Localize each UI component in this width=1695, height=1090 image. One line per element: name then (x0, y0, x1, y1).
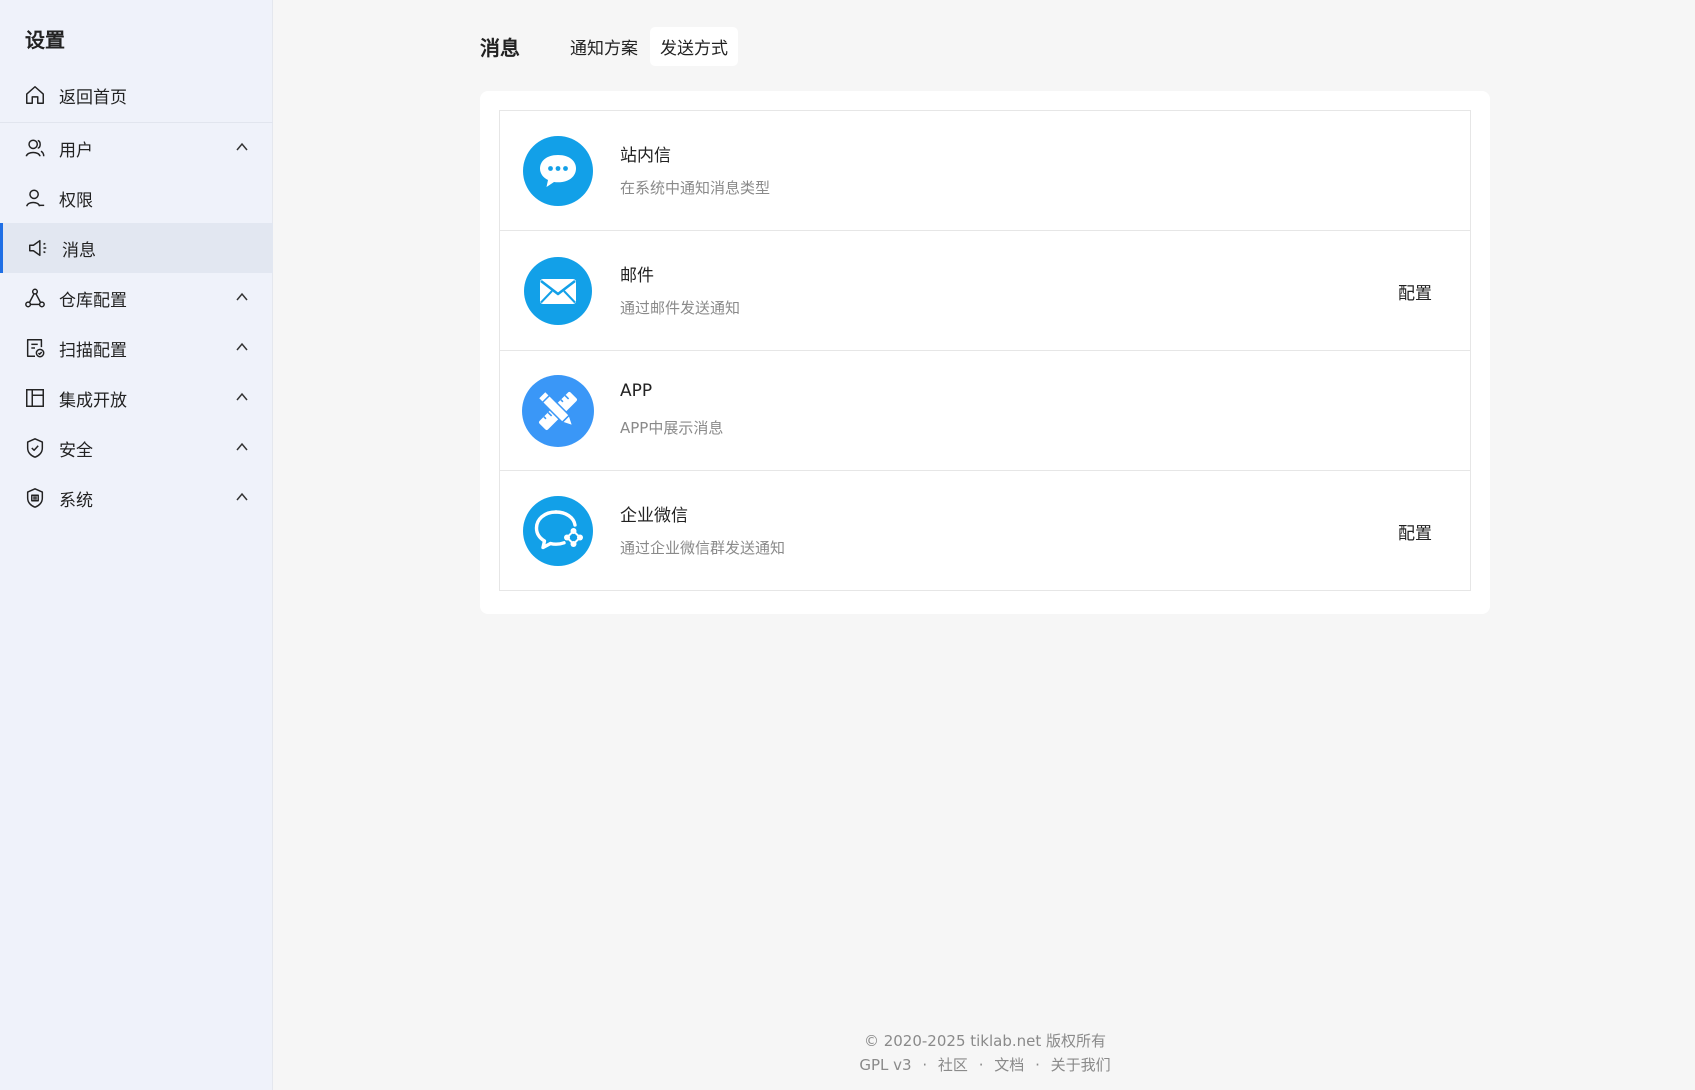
method-description: APP中展示消息 (620, 419, 724, 437)
sidebar-item-messages[interactable]: 消息 (0, 223, 273, 273)
sidebar-item-permissions[interactable]: 权限 (0, 173, 273, 223)
footer-link-community[interactable]: 社区 (938, 1056, 968, 1074)
method-title: APP (620, 381, 653, 401)
layout-icon (24, 387, 46, 409)
method-title: 邮件 (620, 266, 654, 286)
method-description: 在系统中通知消息类型 (620, 179, 771, 197)
cert-icon (24, 487, 46, 509)
chevron-up-icon (236, 292, 248, 301)
list-item-site-message: 站内信 在系统中通知消息类型 (500, 111, 1470, 231)
chevron-up-icon (236, 392, 248, 401)
shield-icon (24, 437, 46, 459)
home-icon (24, 84, 46, 106)
sidebar-item-label: 扫描配置 (59, 340, 127, 361)
sidebar-item-label: 系统 (59, 490, 93, 511)
repo-icon (24, 287, 46, 309)
chevron-up-icon (236, 442, 248, 451)
sidebar-item-label: 返回首页 (59, 87, 127, 108)
chat-dots-icon (522, 135, 594, 207)
users-icon (24, 137, 46, 159)
sidebar-item-home[interactable]: 返回首页 (0, 70, 273, 120)
megaphone-icon (27, 237, 49, 259)
send-method-list: 站内信 在系统中通知消息类型 邮件 通过邮件发送通知 配置 APP APP中展示… (499, 110, 1471, 591)
footer-copyright: © 2020-2025 tiklab.net 版权所有 (863, 1032, 1107, 1050)
sidebar-item-security[interactable]: 安全 (0, 423, 273, 473)
footer-links: GPL v3 · 社区 · 文档 · 关于我们 (480, 1054, 1490, 1075)
method-description: 通过企业微信群发送通知 (620, 539, 786, 557)
tab-send-method[interactable]: 发送方式 (650, 26, 738, 66)
sidebar-item-integration[interactable]: 集成开放 (0, 373, 273, 423)
sidebar-item-repo-config[interactable]: 仓库配置 (0, 273, 273, 323)
list-item-app: APP APP中展示消息 (500, 351, 1470, 471)
send-method-panel: 站内信 在系统中通知消息类型 邮件 通过邮件发送通知 配置 APP APP中展示… (480, 91, 1490, 614)
page-title: 消息 (480, 35, 520, 60)
list-item-email: 邮件 通过邮件发送通知 配置 (500, 231, 1470, 351)
wecom-icon (522, 495, 594, 567)
chevron-up-icon (236, 492, 248, 501)
sidebar-item-label: 用户 (59, 140, 93, 161)
sidebar: 设置 返回首页 用户 权限 消息 仓库配置 扫描配置 集成开放 安全 系统 (0, 0, 273, 1090)
chevron-up-icon (236, 342, 248, 351)
scan-icon (24, 337, 46, 359)
configure-button[interactable]: 配置 (1398, 279, 1432, 304)
chevron-up-icon (236, 142, 248, 151)
configure-button[interactable]: 配置 (1398, 519, 1432, 544)
footer-separator: · (1035, 1056, 1040, 1074)
sidebar-item-label: 集成开放 (59, 390, 127, 411)
list-item-wecom: 企业微信 通过企业微信群发送通知 配置 (500, 471, 1470, 590)
method-title: 站内信 (620, 146, 671, 166)
footer-link-license[interactable]: GPL v3 (859, 1056, 911, 1074)
mail-icon (522, 255, 594, 327)
footer-separator: · (922, 1056, 928, 1074)
sidebar-item-scan-config[interactable]: 扫描配置 (0, 323, 273, 373)
tab-notification-scheme[interactable]: 通知方案 (560, 27, 648, 66)
footer-link-docs[interactable]: 文档 (994, 1056, 1024, 1074)
pencil-ruler-icon (522, 375, 594, 447)
method-description: 通过邮件发送通知 (620, 299, 741, 317)
page-header: 消息 通知方案 发送方式 (480, 26, 740, 66)
sidebar-item-label: 仓库配置 (59, 290, 127, 311)
sidebar-item-label: 安全 (59, 440, 93, 461)
footer-link-about[interactable]: 关于我们 (1051, 1056, 1111, 1074)
sidebar-item-label: 权限 (59, 190, 93, 211)
sidebar-item-label: 消息 (62, 240, 96, 261)
sidebar-title: 设置 (25, 28, 65, 52)
footer-separator: · (978, 1056, 984, 1074)
sidebar-item-system[interactable]: 系统 (0, 473, 273, 523)
sidebar-item-users[interactable]: 用户 (0, 123, 273, 173)
user-icon (24, 187, 46, 209)
method-title: 企业微信 (620, 506, 688, 526)
